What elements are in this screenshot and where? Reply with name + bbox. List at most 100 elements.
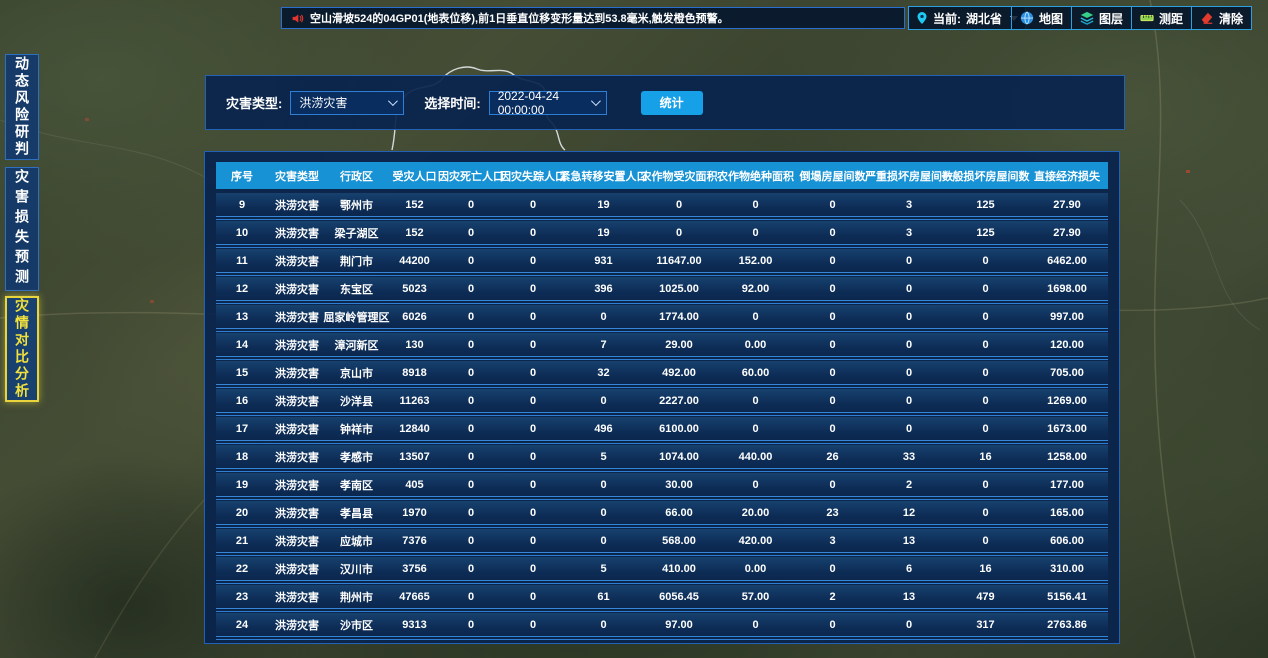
region-label: 当前: — [933, 10, 961, 27]
table-cell: 21 — [216, 535, 268, 547]
table-cell: 66.00 — [641, 507, 717, 519]
table-row[interactable]: 18洪涝灾害孝感市135070051074.00440.002633161258… — [216, 445, 1108, 469]
table-cell: 3 — [871, 199, 947, 211]
table-row[interactable]: 19洪涝灾害孝南区40500030.000020177.00 — [216, 473, 1108, 497]
table-cell: 310.00 — [1024, 563, 1110, 575]
table-cell: 0 — [566, 395, 641, 407]
table-cell: 152.00 — [717, 255, 794, 267]
region-selector[interactable]: 当前: 湖北省 — [908, 6, 1026, 30]
satellite-map[interactable]: 空山滑坡524的04GP01(地表位移),前1日垂直位移变形量达到53.8毫米,… — [0, 0, 1268, 658]
table-cell: 13 — [871, 535, 947, 547]
table-cell: 7 — [566, 339, 641, 351]
table-cell: 8918 — [387, 367, 442, 379]
table-row[interactable]: 23洪涝灾害荆州市4766500616056.4557.002134795156… — [216, 585, 1108, 609]
table-body: 9洪涝灾害鄂州市1520019000312527.9010洪涝灾害梁子湖区152… — [216, 193, 1108, 637]
table-row[interactable]: 17洪涝灾害钟祥市12840004966100.0000001673.00 — [216, 417, 1108, 441]
speaker-icon — [291, 12, 304, 25]
column-header: 因灾死亡人口 — [442, 168, 500, 184]
layers-button[interactable]: 图层 — [1071, 6, 1132, 30]
disaster-type-select[interactable]: 洪涝灾害 — [290, 91, 404, 115]
table-cell: 1774.00 — [641, 311, 717, 323]
table-row[interactable]: 14洪涝灾害漳河新区13000729.000.00000120.00 — [216, 333, 1108, 357]
table-row[interactable]: 16洪涝灾害沙洋县112630002227.0000001269.00 — [216, 389, 1108, 413]
table-row[interactable]: 13洪涝灾害屈家岭管理区60260001774.000000997.00 — [216, 305, 1108, 329]
column-header: 行政区 — [326, 168, 387, 184]
table-cell: 0 — [442, 283, 500, 295]
table-cell: 0 — [717, 311, 794, 323]
table-header-row: 序号灾害类型行政区受灾人口因灾死亡人口因灾失踪人口紧急转移安置人口农作物受灾面积… — [216, 162, 1108, 189]
table-cell: 0 — [442, 423, 500, 435]
table-cell: 5023 — [387, 283, 442, 295]
table-cell: 洪涝灾害 — [268, 561, 326, 577]
table-row[interactable]: 9洪涝灾害鄂州市1520019000312527.90 — [216, 193, 1108, 217]
table-row[interactable]: 15洪涝灾害京山市89180032492.0060.00000705.00 — [216, 361, 1108, 385]
table-cell: 3756 — [387, 563, 442, 575]
table-cell: 0 — [566, 535, 641, 547]
table-cell: 11647.00 — [641, 255, 717, 267]
table-row[interactable]: 22洪涝灾害汉川市3756005410.000.000616310.00 — [216, 557, 1108, 581]
table-cell: 孝南区 — [326, 477, 387, 493]
table-cell: 洪涝灾害 — [268, 253, 326, 269]
table-cell: 6462.00 — [1024, 255, 1110, 267]
table-row[interactable]: 20洪涝灾害孝昌县197000066.0020.0023120165.00 — [216, 501, 1108, 525]
location-pin-icon — [916, 11, 928, 25]
table-cell: 20.00 — [717, 507, 794, 519]
table-cell: 19 — [216, 479, 268, 491]
table-cell: 396 — [566, 283, 641, 295]
table-cell: 0 — [717, 619, 794, 631]
table-row[interactable]: 12洪涝灾害东宝区5023003961025.0092.000001698.00 — [216, 277, 1108, 301]
table-cell: 11 — [216, 255, 268, 267]
column-header: 农作物受灾面积 — [641, 168, 717, 184]
sidebar-item-2[interactable]: 灾害损失预测 — [5, 167, 39, 291]
map-button[interactable]: 地图 — [1011, 6, 1072, 30]
table-cell: 420.00 — [717, 535, 794, 547]
table-cell: 6100.00 — [641, 423, 717, 435]
column-header: 灾害类型 — [268, 168, 326, 184]
table-cell: 6056.45 — [641, 591, 717, 603]
statistics-button[interactable]: 统计 — [641, 91, 703, 115]
table-cell: 0 — [717, 227, 794, 239]
table-cell: 23 — [216, 591, 268, 603]
table-cell: 6026 — [387, 311, 442, 323]
sidebar-item-3[interactable]: 灾情对比分析 — [5, 296, 39, 402]
clear-button[interactable]: 清除 — [1191, 6, 1252, 30]
table-cell: 0 — [442, 227, 500, 239]
table-cell: 125 — [947, 199, 1024, 211]
column-header: 紧急转移安置人口 — [566, 168, 641, 184]
table-row[interactable]: 11洪涝灾害荆门市442000093111647.00152.000006462… — [216, 249, 1108, 273]
table-cell: 0 — [500, 311, 566, 323]
disaster-table-panel: 序号灾害类型行政区受灾人口因灾死亡人口因灾失踪人口紧急转移安置人口农作物受灾面积… — [204, 151, 1120, 644]
table-cell: 0 — [566, 619, 641, 631]
table-cell: 2 — [871, 479, 947, 491]
table-cell: 0 — [717, 395, 794, 407]
table-cell: 29.00 — [641, 339, 717, 351]
table-cell: 0 — [442, 311, 500, 323]
table-cell: 0 — [500, 227, 566, 239]
table-cell: 11263 — [387, 395, 442, 407]
table-cell: 0 — [947, 311, 1024, 323]
table-cell: 0 — [500, 451, 566, 463]
table-cell: 0 — [442, 591, 500, 603]
table-cell: 0 — [442, 199, 500, 211]
table-cell: 洪涝灾害 — [268, 309, 326, 325]
time-select[interactable]: 2022-04-24 00:00:00 — [489, 91, 607, 115]
table-row[interactable]: 21洪涝灾害应城市7376000568.00420.003130606.00 — [216, 529, 1108, 553]
table-cell: 12840 — [387, 423, 442, 435]
table-cell: 洪涝灾害 — [268, 225, 326, 241]
table-cell: 鄂州市 — [326, 197, 387, 213]
table-cell: 2227.00 — [641, 395, 717, 407]
measure-button[interactable]: 测距 — [1131, 6, 1192, 30]
table-row[interactable]: 10洪涝灾害梁子湖区1520019000312527.90 — [216, 221, 1108, 245]
table-cell: 0 — [500, 339, 566, 351]
table-cell: 27.90 — [1024, 199, 1110, 211]
table-cell: 19 — [566, 227, 641, 239]
table-cell: 0 — [947, 339, 1024, 351]
sidebar-item-1[interactable]: 动态风险研判 — [5, 54, 39, 160]
table-cell: 92.00 — [717, 283, 794, 295]
table-cell: 洪涝灾害 — [268, 197, 326, 213]
alert-banner: 空山滑坡524的04GP01(地表位移),前1日垂直位移变形量达到53.8毫米,… — [281, 7, 905, 29]
table-row[interactable]: 24洪涝灾害沙市区931300097.000003172763.86 — [216, 613, 1108, 637]
table-cell: 317 — [947, 619, 1024, 631]
table-cell: 57.00 — [717, 591, 794, 603]
table-cell: 0 — [947, 255, 1024, 267]
